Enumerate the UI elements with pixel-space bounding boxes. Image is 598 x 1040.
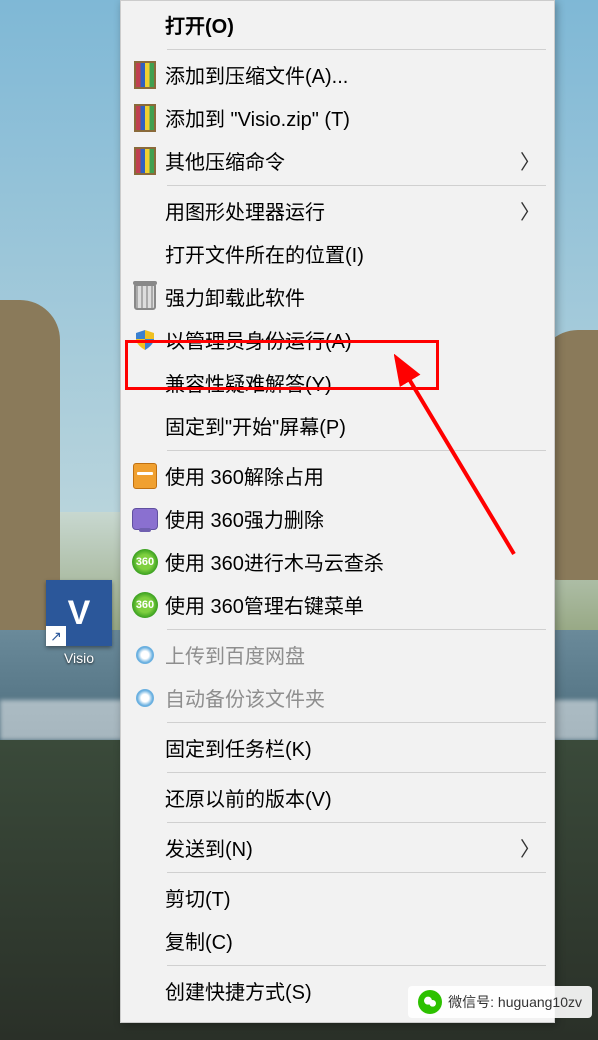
menu-zip-other[interactable]: 其他压缩命令 〉 — [121, 139, 554, 182]
menu-pin-start-label: 固定到"开始"屏幕(P) — [163, 411, 544, 440]
visio-tile-icon: V ↗ — [46, 580, 112, 646]
menu-force-uninstall[interactable]: 强力卸载此软件 — [121, 275, 554, 318]
menu-open-label: 打开(O) — [163, 10, 544, 39]
desktop-shortcut-visio[interactable]: V ↗ Visio — [37, 580, 121, 666]
trash-icon — [127, 279, 163, 315]
menu-zip-add[interactable]: 添加到压缩文件(A)... — [121, 53, 554, 96]
menu-force-uninstall-label: 强力卸载此软件 — [163, 282, 544, 311]
blank-icon — [127, 973, 163, 1009]
menu-compat-troubleshoot[interactable]: 兼容性疑难解答(Y) — [121, 361, 554, 404]
menu-360-delete[interactable]: 使用 360强力删除 — [121, 497, 554, 540]
menu-restore-version[interactable]: 还原以前的版本(V) — [121, 776, 554, 819]
menu-360-delete-label: 使用 360强力删除 — [163, 504, 544, 533]
menu-pin-taskbar[interactable]: 固定到任务栏(K) — [121, 726, 554, 769]
menu-cut[interactable]: 剪切(T) — [121, 876, 554, 919]
menu-360-trojan-label: 使用 360进行木马云查杀 — [163, 547, 544, 576]
blank-icon — [127, 880, 163, 916]
360-badge-icon: 360 — [127, 544, 163, 580]
chevron-right-icon: 〉 — [520, 146, 544, 175]
separator — [167, 772, 546, 773]
shortcut-overlay-icon: ↗ — [46, 626, 66, 646]
blank-icon — [127, 236, 163, 272]
separator — [167, 49, 546, 50]
menu-pin-start[interactable]: 固定到"开始"屏幕(P) — [121, 404, 554, 447]
menu-zip-other-label: 其他压缩命令 — [163, 146, 520, 175]
menu-360-unlock-label: 使用 360解除占用 — [163, 461, 544, 490]
menu-zip-addname-label: 添加到 "Visio.zip" (T) — [163, 103, 544, 132]
separator — [167, 822, 546, 823]
wechat-label: 微信号: huguang10zv — [448, 992, 582, 1012]
blank-icon — [127, 193, 163, 229]
menu-copy-label: 复制(C) — [163, 926, 544, 955]
blank-icon — [127, 7, 163, 43]
desktop-icon-label: Visio — [37, 650, 121, 666]
menu-compat-label: 兼容性疑难解答(Y) — [163, 368, 544, 397]
archive-icon — [127, 100, 163, 136]
separator — [167, 722, 546, 723]
blank-icon — [127, 830, 163, 866]
menu-360-rightmenu-label: 使用 360管理右键菜单 — [163, 590, 544, 619]
menu-open-location[interactable]: 打开文件所在的位置(I) — [121, 232, 554, 275]
menu-zip-addname[interactable]: 添加到 "Visio.zip" (T) — [121, 96, 554, 139]
menu-restore-label: 还原以前的版本(V) — [163, 783, 544, 812]
menu-baidu-upload-label: 上传到百度网盘 — [163, 640, 544, 669]
menu-baidu-upload: 上传到百度网盘 — [121, 633, 554, 676]
menu-pin-taskbar-label: 固定到任务栏(K) — [163, 733, 544, 762]
blank-icon — [127, 408, 163, 444]
uac-shield-icon — [127, 322, 163, 358]
menu-run-gpu[interactable]: 用图形处理器运行 〉 — [121, 189, 554, 232]
chevron-right-icon: 〉 — [520, 196, 544, 225]
blank-icon — [127, 923, 163, 959]
blank-icon — [127, 730, 163, 766]
menu-360-rightmenu[interactable]: 360 使用 360管理右键菜单 — [121, 583, 554, 626]
menu-360-trojan[interactable]: 360 使用 360进行木马云查杀 — [121, 540, 554, 583]
separator — [167, 965, 546, 966]
menu-360-unlock[interactable]: 使用 360解除占用 — [121, 454, 554, 497]
360-badge-icon: 360 — [127, 587, 163, 623]
menu-zip-add-label: 添加到压缩文件(A)... — [163, 60, 544, 89]
menu-sendto-label: 发送到(N) — [163, 833, 520, 862]
separator — [167, 629, 546, 630]
menu-run-gpu-label: 用图形处理器运行 — [163, 196, 520, 225]
menu-run-as-admin-label: 以管理员身份运行(A) — [163, 325, 544, 354]
blank-icon — [127, 780, 163, 816]
blank-icon — [127, 365, 163, 401]
menu-baidu-backup-label: 自动备份该文件夹 — [163, 683, 544, 712]
chevron-right-icon: 〉 — [520, 833, 544, 862]
separator — [167, 872, 546, 873]
menu-open[interactable]: 打开(O) — [121, 3, 554, 46]
menu-run-as-admin[interactable]: 以管理员身份运行(A) — [121, 318, 554, 361]
archive-icon — [127, 143, 163, 179]
archive-icon — [127, 57, 163, 93]
menu-copy[interactable]: 复制(C) — [121, 919, 554, 962]
menu-sendto[interactable]: 发送到(N) 〉 — [121, 826, 554, 869]
wechat-footer: 微信号: huguang10zv — [408, 986, 592, 1018]
menu-baidu-backup: 自动备份该文件夹 — [121, 676, 554, 719]
menu-open-location-label: 打开文件所在的位置(I) — [163, 239, 544, 268]
wechat-icon — [418, 990, 442, 1014]
context-menu: 打开(O) 添加到压缩文件(A)... 添加到 "Visio.zip" (T) … — [120, 0, 555, 1023]
360-unlock-icon — [127, 458, 163, 494]
baidu-cloud-icon — [127, 637, 163, 673]
separator — [167, 185, 546, 186]
360-delete-icon — [127, 501, 163, 537]
baidu-cloud-icon — [127, 680, 163, 716]
menu-cut-label: 剪切(T) — [163, 883, 544, 912]
separator — [167, 450, 546, 451]
